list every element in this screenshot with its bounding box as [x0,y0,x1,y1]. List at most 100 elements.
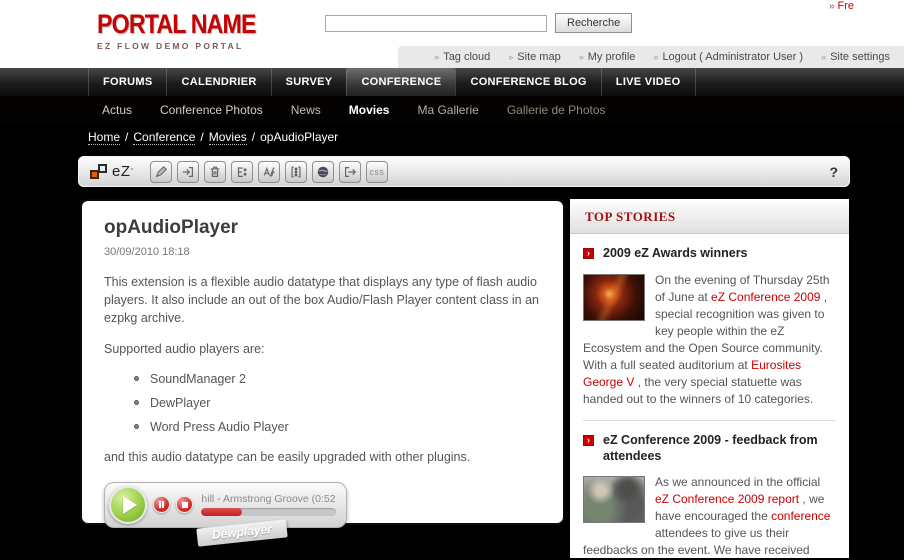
search-input[interactable] [325,15,547,32]
nav-tab-calendrier[interactable]: CALENDRIER [166,68,270,96]
breadcrumb-movies[interactable]: Movies [209,130,247,145]
top-stories-panel: TOP STORIES › 2009 eZ Awards winners On … [568,197,851,560]
story-body: As we announced in the official eZ Confe… [583,474,836,560]
bullet-icon [134,376,139,381]
quick-link-logout[interactable]: » Logout ( Administrator User ) [653,51,803,63]
pause-button[interactable] [153,496,170,513]
nav-tab-conference[interactable]: CONFERENCE [346,68,455,96]
language-switcher[interactable]: »Fre [829,0,854,12]
ez-logo-text: eZ [112,163,131,180]
site-logo[interactable]: PORTAL NAME EZ FLOW DEMO PORTAL [97,9,282,51]
story-headline-row[interactable]: › 2009 eZ Awards winners [583,246,836,262]
ez-logo-trademark: ° [131,168,134,175]
main-nav: FORUMS CALENDRIER SURVEY CONFERENCE CONF… [0,68,904,96]
supported-players-list: SoundManager 2 DewPlayer Word Press Audi… [134,372,541,434]
quick-link-label: Logout ( Administrator User ) [662,51,803,63]
nav-tab-survey[interactable]: SURVEY [271,68,347,96]
story-thumbnail[interactable] [583,476,645,523]
quick-link-site-settings[interactable]: »Site settings [821,51,890,63]
story-link[interactable]: eZ Conference 2009 [711,290,820,304]
translate-icon[interactable] [258,161,280,183]
arrow-icon: » [508,52,513,62]
story-headline: eZ Conference 2009 - feedback from atten… [603,433,836,464]
red-arrow-icon: › [583,248,594,259]
ez-logo[interactable]: eZ° [90,163,133,180]
article-paragraph: This extension is a flexible audio datat… [104,273,541,327]
nav-tab-live-video[interactable]: LIVE VIDEO [601,68,696,96]
audio-player: hill - Armstrong Groove (0:52 Dewplayer [104,482,347,528]
trash-icon[interactable] [204,161,226,183]
pause-icon [159,501,161,508]
edit-icon[interactable] [150,161,172,183]
list-item: SoundManager 2 [134,372,541,386]
story-thumbnail[interactable] [583,274,645,321]
list-item-label: DewPlayer [150,396,210,410]
css-button[interactable]: css [366,161,388,183]
language-label: Fre [838,0,855,12]
nav-tab-conference-blog[interactable]: CONFERENCE BLOG [455,68,600,96]
breadcrumb-separator: / [252,130,255,144]
quick-links-bar: » Tag cloud » Site map » My profile » Logout… [398,46,904,68]
subnav-item-movies[interactable]: Movies [335,103,404,117]
quick-link-site-map[interactable]: » Site map [508,51,560,63]
story-item: › 2009 eZ Awards winners On the evening … [583,246,836,408]
top-stories-header: TOP STORIES [570,199,849,234]
breadcrumb-home[interactable]: Home [88,130,120,145]
help-icon[interactable]: ? [829,164,838,180]
list-item-label: SoundManager 2 [150,372,246,386]
bullet-icon [134,400,139,405]
subnav-item-conference-photos[interactable]: Conference Photos [146,103,277,117]
list-item: DewPlayer [134,396,541,410]
subnav-item-news[interactable]: News [277,103,335,117]
story-item: › eZ Conference 2009 - feedback from att… [583,420,836,560]
globe-icon[interactable] [312,161,334,183]
move-icon[interactable] [177,161,199,183]
pause-icon [162,501,164,508]
css-button-label: css [369,167,384,177]
sort-icon[interactable] [231,161,253,183]
article-panel: opAudioPlayer 30/09/2010 18:18 This exte… [80,199,565,525]
quick-link-my-profile[interactable]: » My profile [579,51,636,63]
exit-icon[interactable] [339,161,361,183]
bullet-icon [134,424,139,429]
top-stories-title: TOP STORIES [585,209,676,224]
progress-track[interactable] [201,508,336,516]
story-headline-row[interactable]: › eZ Conference 2009 - feedback from att… [583,433,836,464]
list-item: Word Press Audio Player [134,420,541,434]
player-track-area: hill - Armstrong Groove (0:52 [201,493,336,516]
quick-link-label: Site map [517,51,560,63]
stop-button[interactable] [176,496,193,513]
ez-admin-toolbar: eZ° css ? [78,156,850,187]
ez-logo-icon [90,164,107,179]
play-button[interactable] [109,486,147,524]
arrow-icon: » [434,52,439,62]
sub-nav: Actus Conference Photos News Movies Ma G… [0,96,904,123]
progress-fill [201,508,242,516]
story-text: As we announced in the official [655,475,820,489]
story-text: attendees to give us their feedbacks on … [583,526,810,560]
quick-link-label: My profile [588,51,636,63]
story-headline: 2009 eZ Awards winners [603,246,748,262]
search-button[interactable]: Recherche [555,13,632,33]
quick-link-tag-cloud[interactable]: » Tag cloud [434,51,490,63]
list-item-label: Word Press Audio Player [150,420,289,434]
breadcrumb-conference[interactable]: Conference [133,130,195,145]
story-link[interactable]: conference [771,509,830,523]
article-date: 30/09/2010 18:18 [104,246,541,258]
play-icon [123,496,137,514]
nav-tab-forums[interactable]: FORUMS [88,68,166,96]
quick-link-label: Tag cloud [443,51,490,63]
subnav-item-actus[interactable]: Actus [88,103,146,117]
story-link[interactable]: eZ Conference 2009 report [655,492,799,506]
arrow-icon: » [579,52,584,62]
red-arrow-icon: › [583,435,594,446]
story-body: On the evening of Thursday 25th of June … [583,272,836,408]
article-paragraph: Supported audio players are: [104,340,541,358]
subnav-item-gallerie-de-photos[interactable]: Gallerie de Photos [493,103,620,117]
subnav-item-ma-gallerie[interactable]: Ma Gallerie [403,103,492,117]
quick-link-label: Site settings [830,51,890,63]
article-paragraph: and this audio datatype can be easily up… [104,448,541,466]
breadcrumb-current: opAudioPlayer [260,130,338,144]
arrow-icon: » [653,52,658,62]
versions-icon[interactable] [285,161,307,183]
